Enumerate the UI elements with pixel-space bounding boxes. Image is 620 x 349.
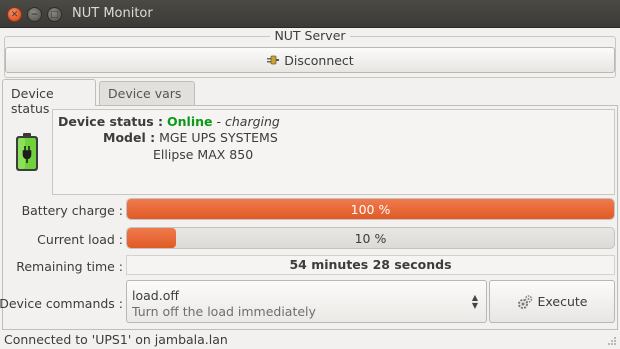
model-line-1: MGE UPS SYSTEMS xyxy=(159,130,278,145)
disconnect-button[interactable]: Disconnect xyxy=(5,47,615,73)
maximize-icon[interactable]: □ xyxy=(47,7,62,22)
device-info-box: Device status : Online - charging Model … xyxy=(52,109,615,195)
plug-icon xyxy=(267,55,280,65)
status-detail: charging xyxy=(224,114,280,129)
device-commands-select[interactable]: load.off Turn off the load immediately ▲… xyxy=(126,280,487,323)
title-bar: ✕ − □ NUT Monitor xyxy=(0,0,620,28)
status-separator: - xyxy=(212,114,225,129)
current-load-bar: 10 % xyxy=(126,227,615,249)
resize-grip-icon[interactable] xyxy=(607,336,617,346)
current-load-label: Current load : xyxy=(37,232,123,247)
execute-label: Execute xyxy=(537,294,588,309)
model-key: Model : xyxy=(103,130,156,145)
command-description: Turn off the load immediately xyxy=(132,304,316,319)
tab-device-status[interactable]: Device status xyxy=(2,79,96,116)
current-load-text: 10 % xyxy=(354,231,387,246)
model-line-2: Ellipse MAX 850 xyxy=(153,147,254,162)
battery-charge-text: 100 % xyxy=(350,202,391,217)
execute-button[interactable]: Execute xyxy=(489,280,615,323)
device-status-key: Device status : xyxy=(58,114,164,129)
battery-charge-bar: 100 % xyxy=(126,198,615,220)
command-name: load.off xyxy=(132,288,179,303)
device-commands-label: Device commands : xyxy=(0,296,123,311)
battery-charging-icon xyxy=(16,133,38,171)
select-arrows-icon: ▲ ▼ xyxy=(471,293,478,310)
close-icon[interactable]: ✕ xyxy=(7,7,22,22)
battery-charge-label: Battery charge : xyxy=(21,203,123,218)
status-online-value: Online xyxy=(167,114,213,129)
remaining-time-value: 54 minutes 28 seconds xyxy=(126,255,615,275)
status-bar: Connected to 'UPS1' on jambala.lan xyxy=(0,330,620,349)
server-frame-label: NUT Server xyxy=(270,28,350,43)
window-title: NUT Monitor xyxy=(72,6,153,21)
gears-icon xyxy=(517,294,532,309)
status-text: Connected to 'UPS1' on jambala.lan xyxy=(4,332,228,347)
minimize-icon[interactable]: − xyxy=(27,7,42,22)
tab-device-vars[interactable]: Device vars xyxy=(99,81,195,105)
disconnect-label: Disconnect xyxy=(284,52,354,68)
remaining-time-label: Remaining time : xyxy=(16,259,123,274)
